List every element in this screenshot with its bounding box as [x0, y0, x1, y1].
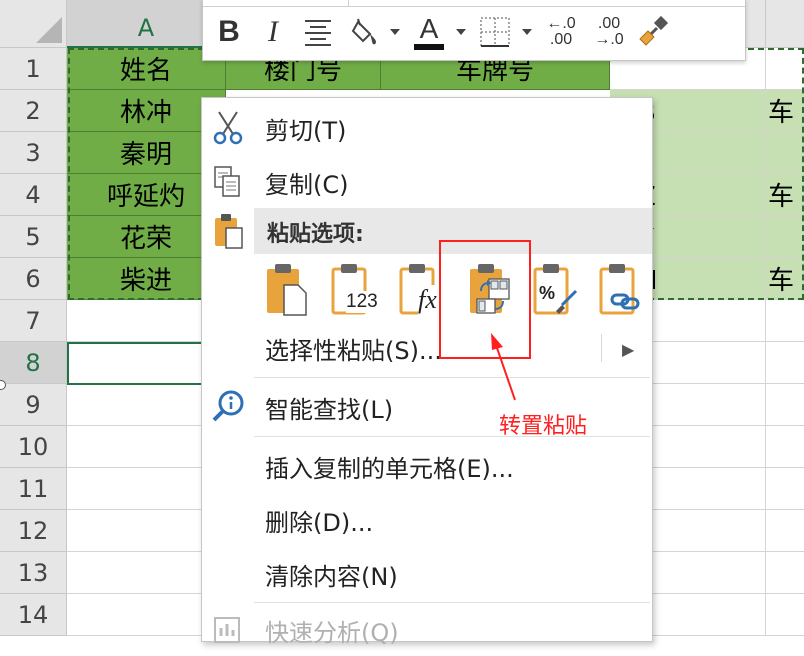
cell-f10[interactable]: [766, 426, 804, 468]
copy-label: 复制(C): [265, 170, 349, 199]
row-header-7[interactable]: 7: [0, 300, 67, 342]
decrease-decimal-top: .00: [597, 15, 621, 32]
row-header-13[interactable]: 13: [0, 552, 67, 594]
row-header-1[interactable]: 1: [0, 48, 67, 90]
quick-analysis-icon: [210, 610, 246, 650]
row-header-11[interactable]: 11: [0, 468, 67, 510]
row-header-5[interactable]: 5: [0, 216, 67, 258]
increase-decimal-top: ←.0: [546, 15, 576, 32]
smart-lookup-label: 智能查找(L): [265, 395, 394, 424]
insert-copied-label: 插入复制的单元格(E)...: [265, 454, 514, 483]
font-color-button[interactable]: A: [411, 12, 447, 52]
paste-values-label: 123: [346, 291, 378, 313]
paste-options-label: 粘贴选项:: [267, 222, 364, 247]
menu-item-paste-special[interactable]: 选择性粘贴(S)...: [202, 322, 652, 374]
paste-values-button[interactable]: 123: [330, 261, 378, 317]
format-painter-button[interactable]: [633, 12, 673, 52]
paste-formatting-button[interactable]: %: [532, 261, 578, 317]
center-align-button[interactable]: [301, 12, 335, 52]
paste-options-icon: [212, 212, 246, 254]
menu-item-delete[interactable]: 删除(D)...: [202, 494, 652, 546]
context-menu: 剪切(T) 复制(C) 粘贴选项: 123 fx % 选择性粘贴(S)... ▶…: [201, 97, 653, 647]
cell-f13[interactable]: [766, 552, 804, 594]
row-header-8[interactable]: 8: [0, 342, 67, 384]
scissors-icon: [210, 108, 246, 148]
row-header-14[interactable]: 14: [0, 594, 67, 636]
row-header-4[interactable]: 4: [0, 174, 67, 216]
paste-icon: [267, 264, 307, 316]
cell-f11[interactable]: [766, 468, 804, 510]
row-header-2[interactable]: 2: [0, 90, 67, 132]
cell-f9[interactable]: [766, 384, 804, 426]
increase-decimal-bottom: .00: [549, 31, 573, 48]
font-color-letter: A: [419, 12, 439, 44]
mini-toolbar: B I A ←.0 .00 .00 →.0: [202, 0, 746, 61]
decrease-decimal-button[interactable]: .00 →.0: [589, 12, 629, 52]
increase-decimal-button[interactable]: ←.0 .00: [541, 12, 581, 52]
borders-button[interactable]: [477, 12, 513, 52]
borders-dropdown[interactable]: [519, 12, 535, 52]
paste-button[interactable]: [264, 261, 308, 317]
cut-label: 剪切(T): [265, 116, 347, 145]
cell-f3[interactable]: [766, 132, 804, 174]
copy-icon: [210, 162, 246, 202]
paste-formulas-button[interactable]: fx: [398, 261, 442, 317]
annotation-label: 转置粘贴: [499, 414, 588, 439]
row-header-9[interactable]: 9: [0, 384, 67, 426]
cell-f12[interactable]: [766, 510, 804, 552]
format-painter-icon: [639, 15, 669, 46]
cell-f6[interactable]: 车: [766, 258, 804, 300]
paste-formatting-icon: %: [533, 264, 578, 315]
cell-f14[interactable]: [766, 594, 804, 636]
menu-item-clear-contents[interactable]: 清除内容(N): [202, 548, 652, 600]
italic-button[interactable]: I: [259, 12, 287, 52]
cell-f8[interactable]: [766, 342, 804, 384]
menu-item-cut[interactable]: 剪切(T): [202, 102, 652, 154]
paste-link-icon: [599, 264, 640, 315]
paste-special-label: 选择性粘贴(S)...: [265, 336, 442, 365]
delete-label: 删除(D)...: [265, 508, 374, 537]
smart-lookup-icon: [210, 387, 246, 427]
cell-f4[interactable]: 车: [766, 174, 804, 216]
font-color-bar: [414, 43, 444, 50]
paste-link-button[interactable]: [598, 261, 642, 317]
decrease-decimal-bottom: →.0: [594, 31, 624, 48]
cell-f5[interactable]: [766, 216, 804, 258]
menu-item-quick-analysis[interactable]: 快速分析(Q): [202, 604, 652, 656]
svg-text:%: %: [539, 283, 555, 303]
row-header-10[interactable]: 10: [0, 426, 67, 468]
select-all-corner[interactable]: [0, 0, 67, 48]
paste-formulas-label: fx: [418, 285, 437, 315]
fill-color-dropdown[interactable]: [387, 12, 403, 52]
row-header-6[interactable]: 6: [0, 258, 67, 300]
borders-icon: [480, 17, 510, 47]
quick-analysis-label: 快速分析(Q): [265, 618, 399, 647]
cell-f2[interactable]: 车: [766, 90, 804, 132]
row-header-3[interactable]: 3: [0, 132, 67, 174]
clear-contents-label: 清除内容(N): [265, 562, 398, 591]
cell-f1[interactable]: [766, 48, 804, 90]
cell-f7[interactable]: [766, 300, 804, 342]
caret-down-icon: [522, 29, 532, 35]
transpose-highlight-box: [439, 240, 531, 359]
row-header-12[interactable]: 12: [0, 510, 67, 552]
submenu-arrow-icon: ▶: [622, 340, 635, 359]
caret-down-icon: [456, 29, 466, 35]
fill-color-button[interactable]: [349, 12, 383, 52]
caret-down-icon: [390, 29, 400, 35]
font-color-dropdown[interactable]: [453, 12, 469, 52]
column-header-f[interactable]: [766, 0, 804, 48]
paint-bucket-icon: [351, 18, 376, 45]
bold-button[interactable]: B: [215, 12, 243, 52]
align-center-icon: [305, 20, 331, 46]
menu-item-copy[interactable]: 复制(C): [202, 156, 652, 208]
menu-item-insert-copied-cells[interactable]: 插入复制的单元格(E)...: [202, 440, 652, 492]
